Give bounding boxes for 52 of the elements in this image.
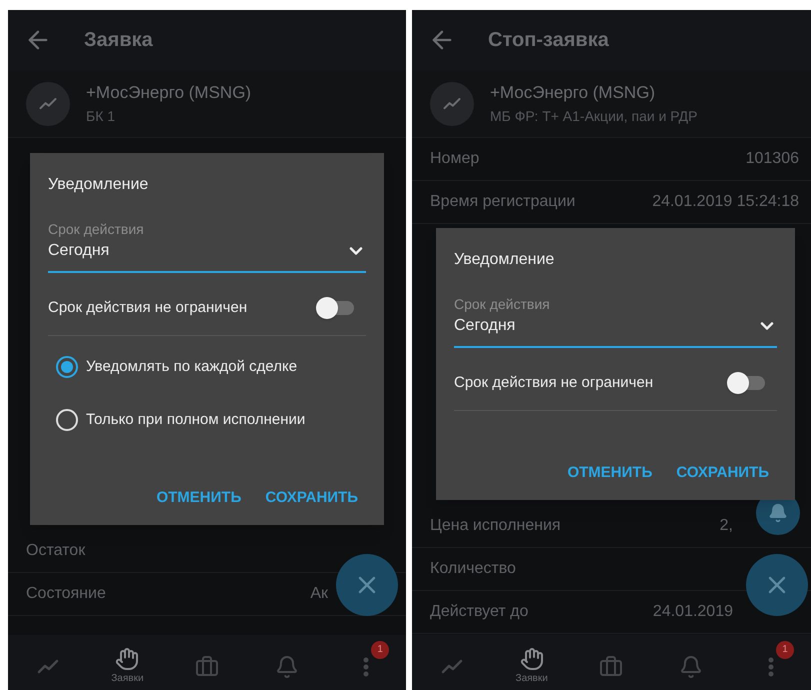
toggle-label: Срок действия не ограничен [48,298,248,318]
row-value: Ак [310,584,328,604]
screen-title: Заявка [84,28,153,53]
bell-icon [768,503,788,523]
more-icon [768,656,774,676]
instrument-name: +МосЭнерго (MSNG) [86,82,252,104]
row-value: 101306 [746,149,799,169]
validity-dropdown[interactable]: Срок действия Сегодня [454,296,777,348]
toggle-label: Срок действия не ограничен [454,372,654,392]
field-label: Срок действия [454,296,551,314]
radio-label: Только при полном исполнении [86,410,306,430]
hand-icon [115,647,140,671]
validity-dropdown[interactable]: Срок действия Сегодня [48,221,366,272]
row-label: Время регистрации [430,192,576,212]
dialog-action-button[interactable]: ОТМЕНИТЬ [567,462,652,484]
more-icon [363,656,370,676]
row-label: Количество [430,559,516,579]
row-label: Остаток [26,541,86,561]
radio-button[interactable] [56,356,78,378]
row-label: Номер [430,149,480,169]
nav-tab[interactable]: Заявки [102,639,152,686]
row-label: Цена исполнения [430,516,561,536]
row-value: 2, [720,516,733,536]
field-label: Срок действия [48,221,145,238]
bell-icon [274,654,299,678]
instrument-subtitle: БК 1 [86,106,116,126]
instrument-name: +МосЭнерго (MSNG) [490,82,656,104]
row-value: 24.01.2019 [652,602,733,622]
nav-tab[interactable]: 1 [341,640,392,684]
row-value: 24.01.2019 15:24:18 [652,192,799,212]
instrument-subtitle: МБ ФР: Т+ А1-Акции, паи и РДР [490,106,698,126]
dialog-action-button[interactable]: СОХРАНИТЬ [676,462,769,484]
radio-label: Уведомлять по каждой сделке [86,357,298,377]
field-value: Сегодня [454,316,516,336]
bell-icon [679,654,704,678]
field-value: Сегодня [48,240,110,260]
row-label: Действует до [430,602,528,622]
screen-title: Стоп-заявка [488,28,609,53]
nav-label: Заявки [111,672,144,686]
briefcase-icon [599,654,624,678]
dialog-title: Уведомление [454,250,556,270]
notification-badge: 1 [776,640,794,658]
nav-label: Заявки [516,672,548,686]
dialog-action-button[interactable]: СОХРАНИТЬ [265,486,358,509]
row-label: Состояние [26,584,106,604]
dialog-title: Уведомление [48,175,150,195]
nav-tab[interactable]: 1 [746,640,796,684]
hand-icon [520,647,544,671]
dialog-action-button[interactable]: ОТМЕНИТЬ [156,486,242,509]
nav-tab[interactable]: Заявки [506,639,557,686]
notification-badge: 1 [371,640,390,658]
briefcase-icon [194,654,219,678]
